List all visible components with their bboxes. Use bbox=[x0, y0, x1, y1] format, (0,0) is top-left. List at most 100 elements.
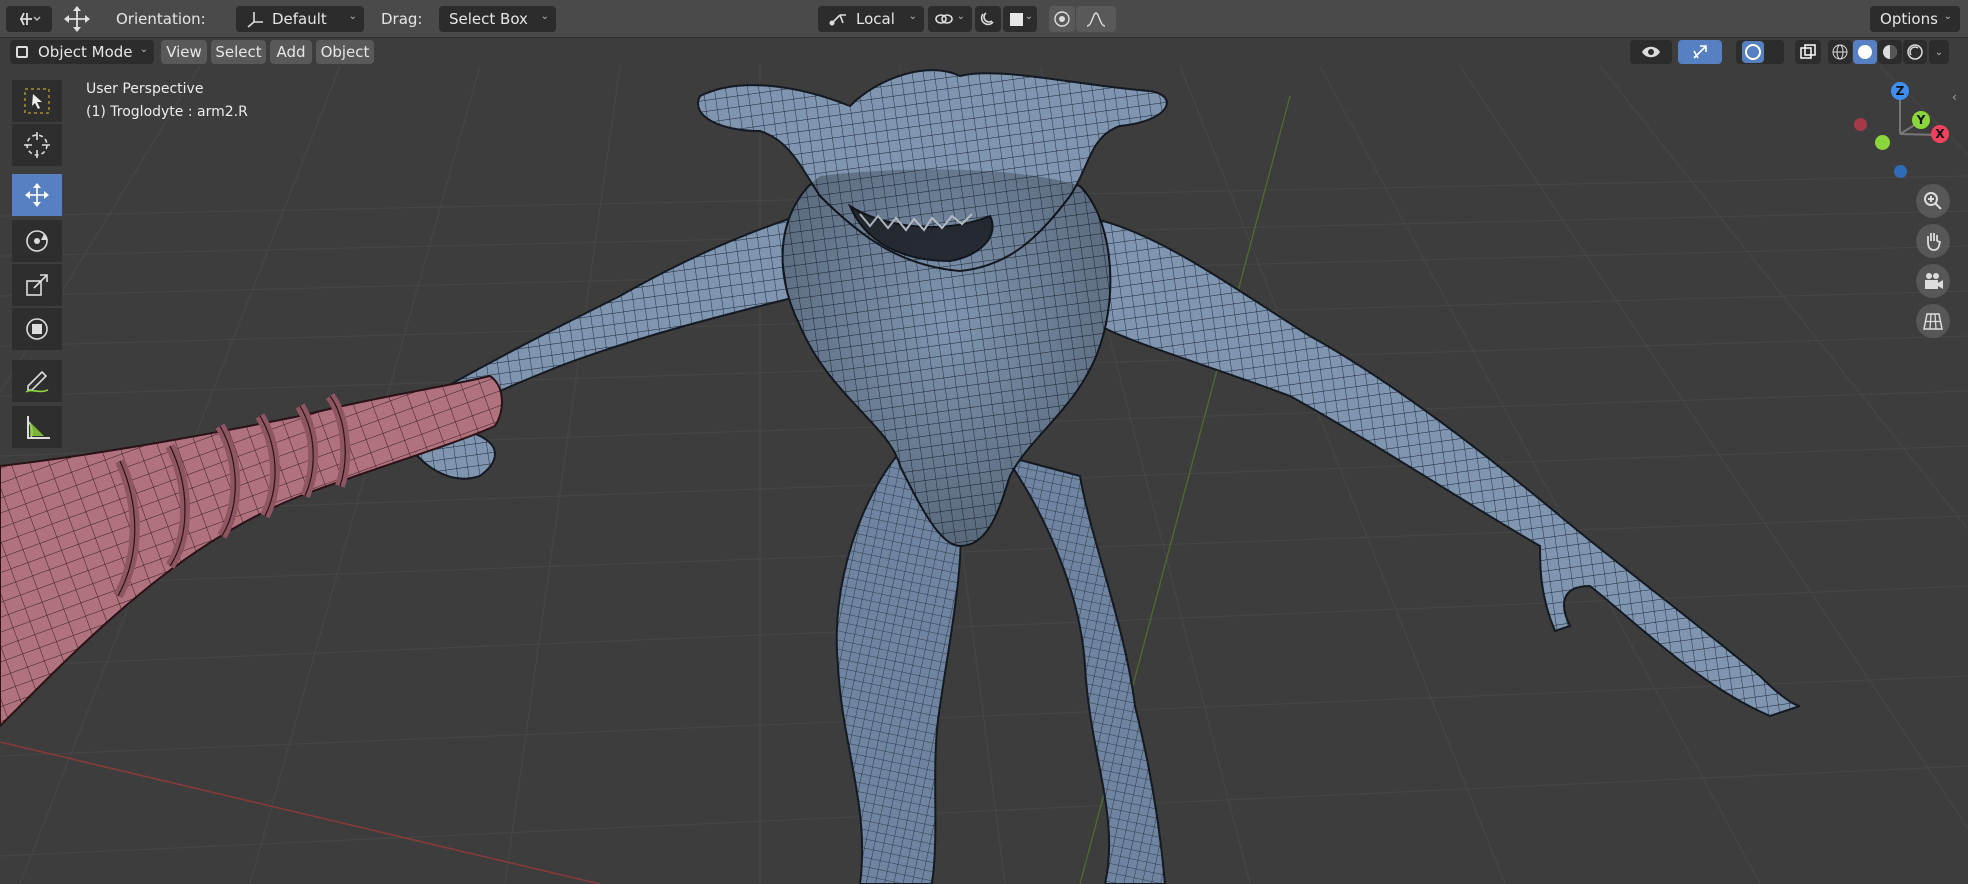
gizmo-arrow-icon bbox=[1693, 45, 1707, 59]
gizmo-y-axis[interactable]: Y bbox=[1912, 111, 1930, 129]
ruler-icon bbox=[27, 416, 50, 439]
viewport-editor-icon bbox=[19, 12, 41, 26]
camera-view-button[interactable] bbox=[1916, 264, 1950, 298]
proportional-circle-icon bbox=[1054, 11, 1070, 27]
gizmo-x-axis[interactable]: X bbox=[1931, 125, 1949, 143]
square-icon bbox=[1009, 12, 1023, 26]
transform-pivot-dropdown[interactable]: Local ⌄ bbox=[818, 6, 924, 32]
pan-button[interactable] bbox=[1916, 224, 1950, 258]
chevron-down-icon: ⌄ bbox=[956, 11, 965, 22]
proportional-falloff-toggle[interactable] bbox=[1049, 6, 1075, 32]
magnet-icon bbox=[980, 12, 994, 26]
chevron-down-icon: ⌄ bbox=[540, 11, 549, 22]
zoom-icon bbox=[1924, 192, 1942, 210]
orientation-label: Orientation: bbox=[116, 10, 206, 28]
cursor-tool[interactable] bbox=[12, 124, 62, 166]
overlays-toggle[interactable] bbox=[1736, 40, 1784, 64]
drag-value: Select Box bbox=[449, 10, 528, 28]
shading-options-dropdown[interactable]: ⌄ bbox=[1929, 40, 1949, 64]
options-label: Options bbox=[1880, 10, 1938, 28]
proportional-editing-toggle[interactable] bbox=[975, 6, 1001, 32]
local-orientation-icon bbox=[829, 14, 846, 26]
transform-icon bbox=[26, 318, 48, 340]
rendered-shading-button[interactable] bbox=[1903, 40, 1927, 64]
navigation-gizmo[interactable]: Z Y X bbox=[1840, 78, 1960, 188]
perspective-label: User Perspective bbox=[86, 81, 204, 97]
drag-label: Drag: bbox=[381, 10, 423, 28]
add-menu[interactable]: Add bbox=[270, 40, 312, 64]
move-tool-icon bbox=[62, 4, 92, 34]
gizmo-neg-x-axis[interactable] bbox=[1854, 118, 1867, 131]
active-object-label: (1) Troglodyte : arm2.R bbox=[86, 104, 248, 120]
falloff-dropdown[interactable] bbox=[1076, 6, 1116, 32]
mode-dropdown[interactable]: Object Mode ⌄ bbox=[10, 40, 154, 64]
drag-dropdown[interactable]: Select Box ⌄ bbox=[439, 6, 556, 32]
chevron-down-icon: ⌄ bbox=[1934, 46, 1944, 58]
perspective-toggle-button[interactable] bbox=[1916, 304, 1950, 338]
wireframe-sphere-icon bbox=[1832, 44, 1848, 60]
chevron-down-icon: ⌄ bbox=[348, 11, 357, 22]
camera-icon bbox=[1925, 273, 1943, 289]
gizmo-neg-z-axis[interactable] bbox=[1894, 165, 1907, 178]
tool-header: Orientation: Default ⌄ Drag: Select Box … bbox=[0, 0, 1968, 38]
gizmo-neg-y-axis[interactable] bbox=[1875, 135, 1890, 150]
orientation-gizmo-icon bbox=[247, 12, 263, 28]
sidebar-toggle-arrow[interactable]: ‹ bbox=[1952, 90, 1964, 106]
grid-icon bbox=[1923, 313, 1943, 330]
gizmo-toggle[interactable] bbox=[1678, 40, 1722, 64]
select-box-tool[interactable] bbox=[12, 80, 62, 122]
annotate-tool[interactable] bbox=[12, 360, 62, 402]
snap-dropdown[interactable]: ⌄ bbox=[928, 6, 972, 32]
visibility-dropdown[interactable] bbox=[1630, 40, 1672, 64]
select-menu-label: Select bbox=[215, 43, 262, 61]
xray-toggle[interactable] bbox=[1795, 40, 1821, 64]
object-mode-icon bbox=[16, 46, 28, 58]
orientation-dropdown[interactable]: Default ⌄ bbox=[236, 6, 364, 32]
viewport-canvas bbox=[0, 66, 1968, 884]
measure-tool[interactable] bbox=[12, 406, 62, 448]
pivot-value: Local bbox=[856, 10, 895, 28]
smooth-falloff-icon bbox=[1086, 12, 1106, 27]
chevron-down-icon: ⌄ bbox=[139, 44, 148, 55]
overlays-icon bbox=[1742, 41, 1764, 63]
eye-icon bbox=[1642, 46, 1660, 58]
zoom-button[interactable] bbox=[1916, 184, 1950, 218]
editor-type-button[interactable] bbox=[6, 6, 52, 32]
chevron-down-icon: ⌄ bbox=[1943, 11, 1952, 22]
mode-value: Object Mode bbox=[38, 43, 133, 61]
view-menu-label: View bbox=[166, 43, 202, 61]
solid-shading-button[interactable] bbox=[1853, 40, 1877, 64]
viewport-header: Object Mode ⌄ View Select Add Object ⌄ bbox=[0, 38, 1968, 66]
view-menu[interactable]: View bbox=[161, 40, 207, 64]
pencil-icon bbox=[25, 370, 49, 393]
snap-element-dropdown[interactable]: ⌄ bbox=[1003, 6, 1037, 32]
wireframe-shading-button[interactable] bbox=[1828, 40, 1852, 64]
xray-icon bbox=[1800, 44, 1816, 59]
gizmo-z-label: Z bbox=[1895, 84, 1905, 98]
transform-tool[interactable] bbox=[12, 308, 62, 350]
link-icon bbox=[935, 14, 953, 24]
gizmo-z-axis[interactable]: Z bbox=[1891, 82, 1909, 100]
rendered-sphere-icon bbox=[1907, 44, 1923, 60]
chevron-down-icon: ⌄ bbox=[1024, 11, 1033, 22]
select-box-icon bbox=[24, 88, 50, 114]
material-shading-button[interactable] bbox=[1878, 40, 1902, 64]
3d-viewport[interactable]: User Perspective (1) Troglodyte : arm2.R bbox=[0, 66, 1968, 884]
cursor-icon bbox=[24, 132, 50, 158]
club-mesh bbox=[0, 374, 503, 728]
object-menu[interactable]: Object bbox=[316, 40, 374, 64]
x-axis-line bbox=[0, 741, 601, 884]
gizmo-y-label: Y bbox=[1916, 113, 1926, 127]
options-button[interactable]: Options ⌄ bbox=[1870, 6, 1960, 32]
solid-sphere-icon bbox=[1858, 45, 1872, 59]
rotate-tool[interactable] bbox=[12, 220, 62, 262]
rotate-icon bbox=[26, 230, 48, 252]
move-arrows-icon bbox=[25, 183, 49, 207]
scale-tool[interactable] bbox=[12, 264, 62, 306]
orientation-value: Default bbox=[272, 10, 327, 28]
material-sphere-icon bbox=[1883, 45, 1897, 59]
hand-icon bbox=[1927, 233, 1942, 251]
select-menu[interactable]: Select bbox=[211, 40, 266, 64]
chevron-down-icon: ⌄ bbox=[908, 11, 917, 22]
move-tool[interactable] bbox=[12, 174, 62, 216]
